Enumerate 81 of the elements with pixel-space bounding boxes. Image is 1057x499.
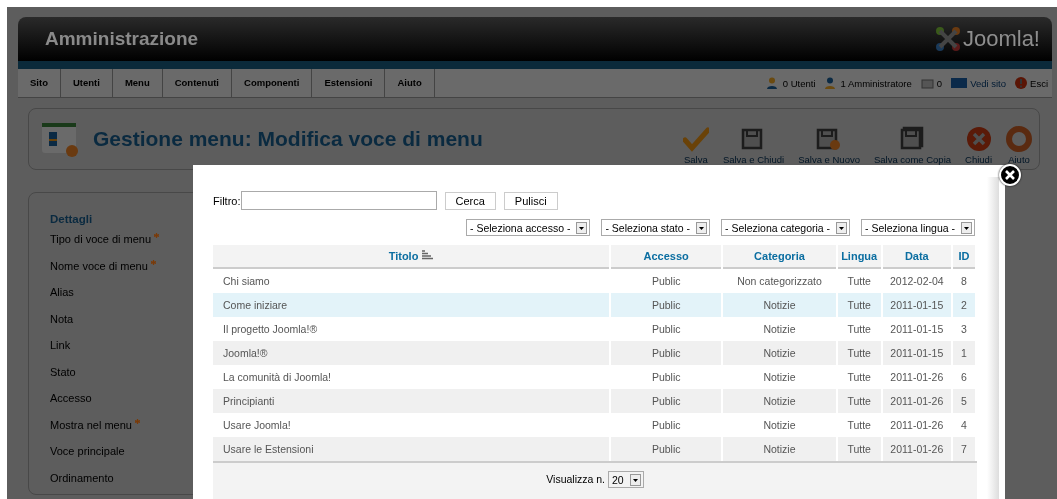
floppy-disk-icon: [816, 126, 843, 152]
table-cell: Notizie: [723, 293, 836, 317]
field-label: Mostra nel menu: [50, 417, 132, 433]
status-item[interactable]: 0 Utenti: [766, 77, 816, 89]
field-label: Nota: [50, 311, 74, 327]
search-button[interactable]: Cerca: [444, 191, 496, 210]
table-cell: Notizie: [723, 341, 836, 365]
table-cell: 7: [952, 437, 975, 461]
field-label: Link: [50, 338, 71, 353]
field-label: Voce principale: [50, 444, 125, 459]
field-label: Alias: [50, 285, 74, 300]
page-title: Gestione menu: Modifica voce di menu: [93, 127, 483, 151]
column-header[interactable]: Categoria: [723, 245, 836, 269]
menu-item[interactable]: Componenti: [232, 69, 313, 97]
exclamation-icon: [1015, 77, 1028, 89]
floppy-disks-icon: [899, 126, 926, 152]
table-cell: 5: [952, 389, 975, 413]
logo-text: Joomla!: [962, 26, 1040, 52]
table-cell: Public: [611, 389, 722, 413]
filter-label: Filtro:: [213, 194, 241, 207]
table-cell: Tutte: [837, 293, 881, 317]
field-label: Ordinamento: [50, 470, 114, 486]
user-icon: [824, 77, 838, 89]
field-label: Tipo di voce di menu: [50, 232, 152, 247]
table-cell: Public: [611, 341, 722, 365]
admin-title: Amministrazione: [45, 28, 199, 50]
title-link[interactable]: Usare le Estensioni: [213, 437, 610, 461]
table-cell: 1: [952, 341, 975, 365]
column-header[interactable]: Lingua: [837, 245, 881, 269]
table-cell: Tutte: [837, 389, 881, 413]
title-link[interactable]: Joomla!®: [213, 341, 610, 365]
user-icon: [766, 77, 780, 89]
field-label: Accesso: [50, 391, 92, 406]
filter-dropdown[interactable]: - Seleziona accesso -: [466, 219, 591, 236]
table-cell: 2011-01-15: [882, 293, 951, 317]
field-label: Stato: [50, 364, 76, 380]
table-cell: 2011-01-26: [882, 437, 951, 461]
filter-dropdown[interactable]: - Seleziona lingua -: [861, 219, 975, 236]
status-item[interactable]: 1 Amministratore: [824, 77, 912, 89]
filter-dropdown[interactable]: - Seleziona categoria -: [721, 219, 851, 236]
fieldset-legend: Dettagli: [50, 213, 270, 225]
limit-dropdown[interactable]: 20: [608, 471, 644, 488]
table-cell: 2011-01-26: [882, 389, 951, 413]
column-header[interactable]: Accesso: [611, 245, 722, 269]
clear-button[interactable]: Pulisci: [503, 191, 558, 210]
column-header[interactable]: Data: [882, 245, 951, 269]
logo-icon: [934, 26, 961, 52]
checkmark-icon: [682, 126, 709, 152]
menu-item[interactable]: Sito: [18, 69, 61, 97]
close-icon: [965, 126, 992, 152]
limit-label: Visualizza n.: [546, 472, 606, 487]
filter-dropdown[interactable]: - Seleziona stato -: [601, 219, 711, 236]
status-item[interactable]: Esci: [1015, 77, 1048, 89]
menu-item-icon: [41, 120, 79, 158]
message-icon: [920, 77, 934, 89]
menu-item[interactable]: Utenti: [60, 69, 113, 97]
table-cell: Public: [611, 293, 722, 317]
filter-field[interactable]: [240, 191, 437, 210]
table-cell: 2: [952, 293, 975, 317]
toolbar-button[interactable]: Salva: [675, 120, 716, 169]
lifebuoy-icon: [1006, 126, 1032, 152]
menu-item[interactable]: Aiuto: [385, 69, 435, 97]
table-cell: Tutte: [837, 341, 881, 365]
title-link[interactable]: Principianti: [213, 389, 610, 413]
menu-item[interactable]: Contenuti: [162, 69, 232, 97]
column-header[interactable]: Titolo: [213, 245, 610, 269]
table-cell: Tutte: [837, 437, 881, 461]
toolbar-button[interactable]: Aiuto: [999, 120, 1039, 169]
close-icon[interactable]: [999, 164, 1021, 186]
field-label: Nome voce di menu: [50, 258, 148, 274]
table-cell: Notizie: [723, 389, 836, 413]
menu-item[interactable]: Menu: [112, 69, 163, 97]
status-item[interactable]: Vedi sito: [951, 77, 1007, 89]
column-header[interactable]: ID: [952, 245, 975, 269]
menu-item[interactable]: Estensioni: [312, 69, 386, 97]
monitor-icon: [951, 78, 968, 88]
status-item[interactable]: 0: [920, 77, 943, 89]
title-link[interactable]: Come iniziare: [213, 293, 610, 317]
table-cell: Public: [611, 437, 722, 461]
table-cell: 2011-01-15: [882, 341, 951, 365]
table-cell: Notizie: [723, 437, 836, 461]
